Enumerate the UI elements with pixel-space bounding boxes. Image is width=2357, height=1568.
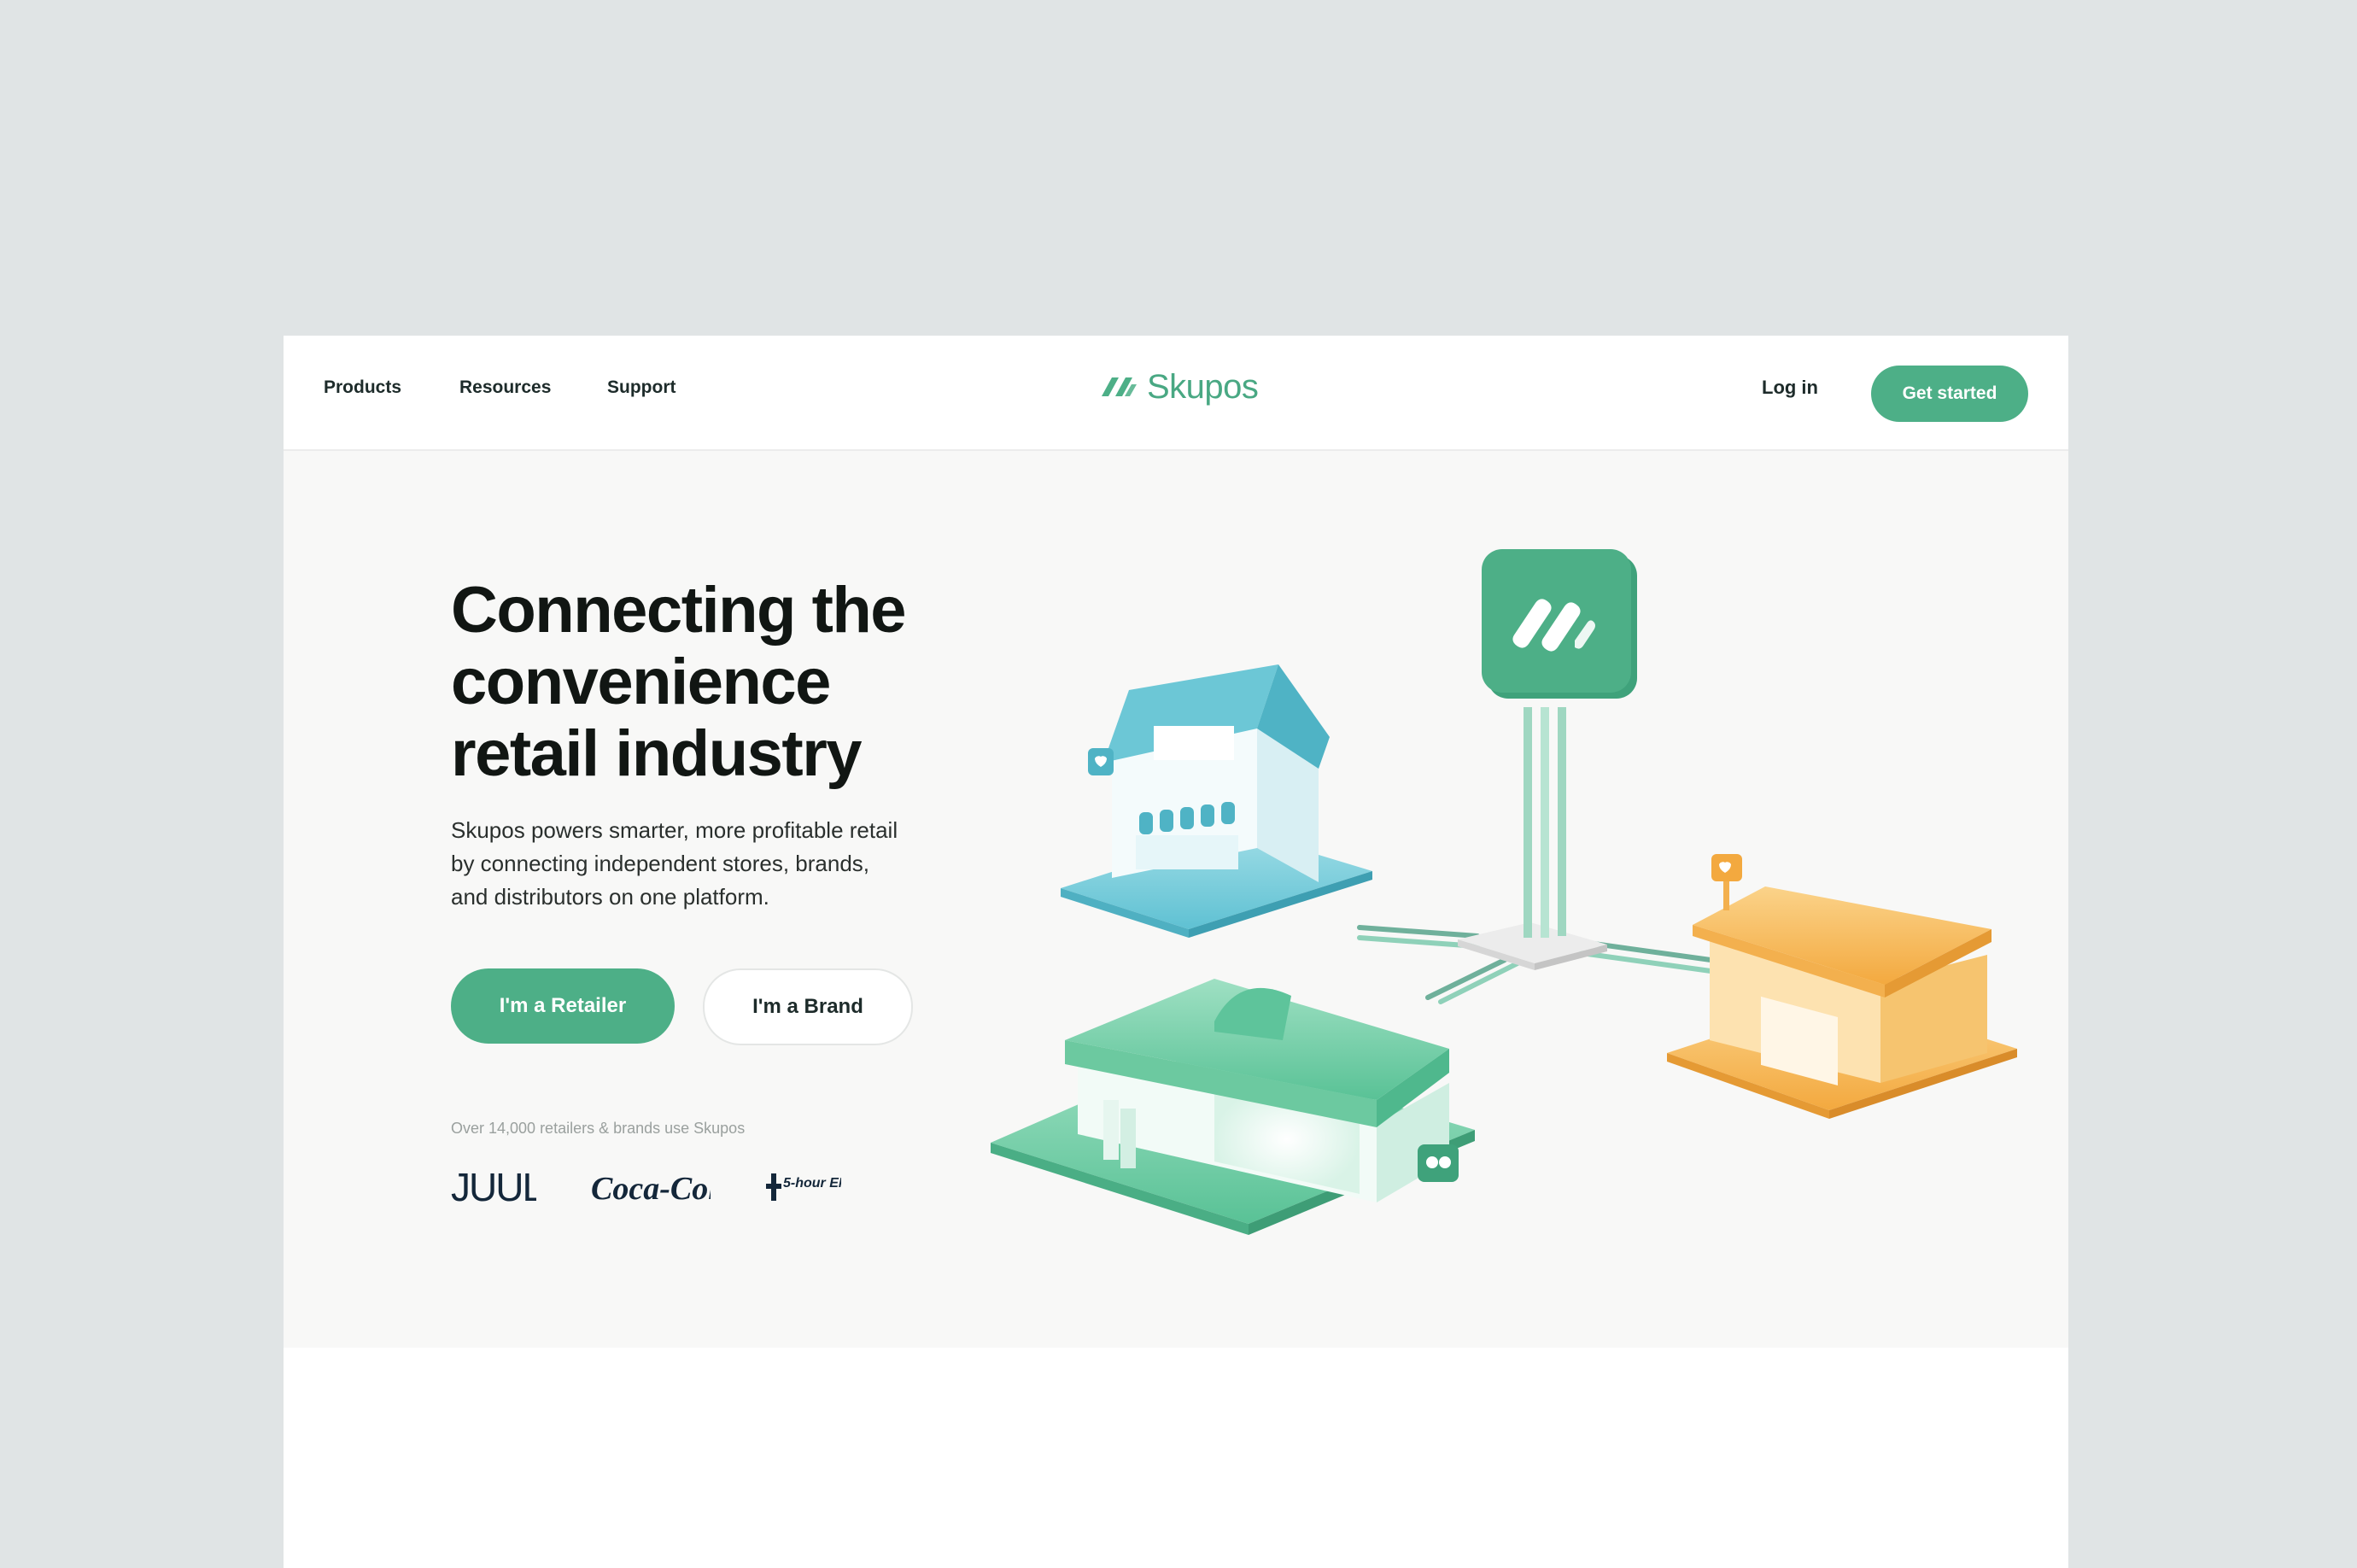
subcopy-line-2: by connecting independent stores, brands… xyxy=(451,851,870,876)
green-store xyxy=(991,979,1475,1235)
five-hour-energy-logo-text: 5-hour ENERGY xyxy=(783,1176,841,1191)
subcopy-line-1: Skupos powers smarter, more profitable r… xyxy=(451,817,898,843)
lower-section xyxy=(284,1348,2068,1568)
skupos-sign-pole xyxy=(1482,549,1637,938)
nav-products[interactable]: Products xyxy=(324,373,401,402)
skupos-logo-icon xyxy=(1102,377,1137,396)
skupos-logo[interactable]: Skupos xyxy=(1099,366,1259,407)
browser-frame: Products Resources Support Skupos Log in… xyxy=(284,336,2068,1568)
brand-button[interactable]: I'm a Brand xyxy=(703,968,913,1045)
coca-cola-logo: Coca-Cola xyxy=(591,1171,711,1207)
hub-plate xyxy=(1458,922,1607,970)
subcopy-line-3: and distributors on one platform. xyxy=(451,884,769,910)
orange-store xyxy=(1667,854,2017,1119)
juul-logo-text: JUUL xyxy=(451,1165,536,1209)
logo-wordmark: Skupos xyxy=(1147,367,1259,406)
get-started-button[interactable]: Get started xyxy=(1871,366,2028,422)
hero-subcopy: Skupos powers smarter, more profitable r… xyxy=(451,814,963,914)
nav-resources[interactable]: Resources xyxy=(459,373,551,402)
hero-headline: Connecting the convenience retail indust… xyxy=(451,575,980,790)
coca-cola-logo-text: Coca-Cola xyxy=(591,1171,711,1207)
site-header: Products Resources Support Skupos Log in… xyxy=(284,336,2068,451)
blue-store xyxy=(1061,664,1372,938)
trust-caption: Over 14,000 retailers & brands use Skupo… xyxy=(451,1120,746,1137)
hero-illustration xyxy=(991,549,2017,1235)
headline-line-3: retail industry xyxy=(451,717,863,790)
headline-line-1: Connecting the xyxy=(451,574,907,647)
headline-line-2: convenience xyxy=(451,646,831,718)
retailer-button[interactable]: I'm a Retailer xyxy=(451,968,675,1044)
nav-support[interactable]: Support xyxy=(607,373,676,402)
hero-section: Connecting the convenience retail indust… xyxy=(284,451,2068,1348)
juul-logo: JUUL xyxy=(451,1165,536,1209)
login-link[interactable]: Log in xyxy=(1762,373,1818,402)
five-hour-energy-logo: 5-hour ENERGY xyxy=(766,1173,841,1201)
